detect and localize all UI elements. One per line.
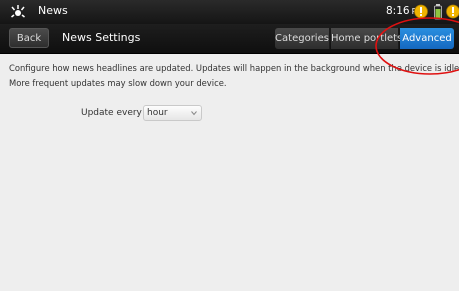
tab-home-portlets[interactable]: Home portlets [331,28,402,49]
tab-categories[interactable]: Categories [275,28,330,49]
description-line: More frequent updates may slow down your… [9,78,227,88]
warning-icon[interactable] [413,3,429,20]
status-bar: News 8:16PM [0,0,459,24]
tab-advanced[interactable]: Advanced [400,28,454,49]
battery-icon [434,4,442,20]
back-button[interactable]: Back [9,28,49,48]
description-line: Configure how news headlines are updated… [9,63,459,73]
update-frequency-select[interactable]: hour [143,105,202,121]
update-frequency-label: Update every [81,108,142,118]
clock-time: 8:16 [386,5,410,17]
warning-icon[interactable] [445,3,459,20]
app-title: News [38,4,68,17]
chevron-down-icon [191,111,197,116]
settings-description: Configure how news headlines are updated… [9,61,459,91]
action-bar: Back News Settings Categories Home portl… [0,24,459,54]
update-frequency-value: hour [147,108,168,118]
app-logo-icon [11,5,25,18]
news-settings-screen: News 8:16PM Back News Settings Categorie… [0,0,459,291]
page-title: News Settings [62,31,141,44]
